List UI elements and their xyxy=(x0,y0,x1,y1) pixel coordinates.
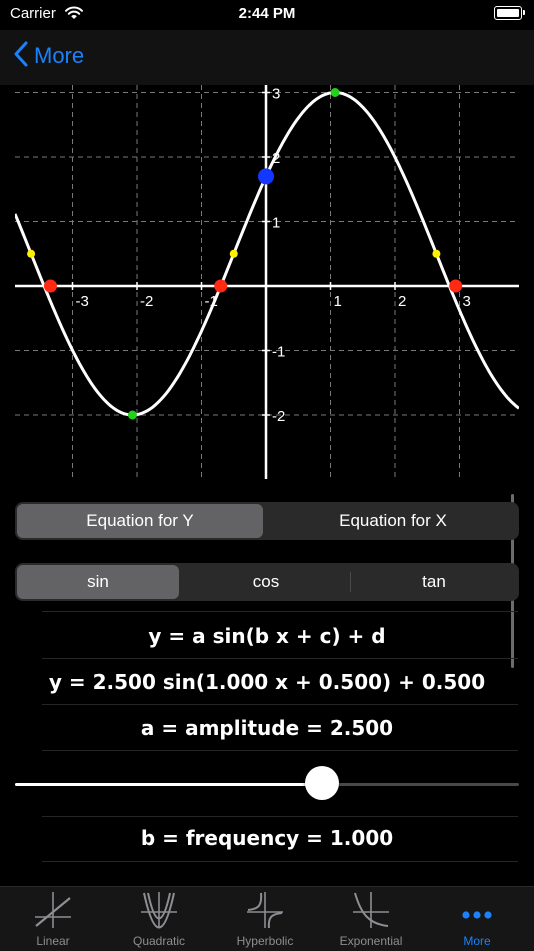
tab-quadratic-label: Quadratic xyxy=(132,934,186,948)
chevron-left-icon xyxy=(14,41,28,72)
extremum-point xyxy=(330,88,340,97)
back-button-label: More xyxy=(34,43,85,68)
tab-exponential-label: Exponential xyxy=(339,934,403,948)
tab-bar: Linear Quadratic Hyperbolic Exponential … xyxy=(0,886,534,951)
graph-area[interactable]: -3 -2 -1 1 2 3 3 2 1 -1 -2 xyxy=(0,85,534,495)
zero-point xyxy=(43,279,57,293)
midline-point xyxy=(27,249,36,258)
battery-icon xyxy=(494,6,522,20)
status-bar: Carrier 2:44 PM xyxy=(0,0,534,30)
segment-equation-for-x[interactable]: Equation for X xyxy=(269,504,517,538)
segment-sin[interactable]: sin xyxy=(17,565,179,599)
amplitude-label: a = amplitude = 2.500 xyxy=(140,716,394,740)
x-tick-label: -3 xyxy=(76,293,89,310)
y-tick-label: 3 xyxy=(272,86,280,103)
tab-more[interactable]: More xyxy=(424,887,530,951)
tab-hyperbolic-label: Hyperbolic xyxy=(236,934,294,948)
tab-exponential[interactable]: Exponential xyxy=(318,887,424,951)
function-segmented-control: sin cos tan xyxy=(15,563,519,601)
current-formula: y = 2.500 sin(1.000 x + 0.500) + 0.500 xyxy=(48,670,486,694)
y-tick-label: -2 xyxy=(272,408,285,425)
frequency-label: b = frequency = 1.000 xyxy=(140,826,394,850)
x-tick-label: 3 xyxy=(463,293,471,310)
segment-equation-for-y[interactable]: Equation for Y xyxy=(17,504,263,538)
zero-point xyxy=(449,279,463,293)
segment-tan[interactable]: tan xyxy=(351,565,517,599)
y-intercept-point xyxy=(258,168,274,185)
x-tick-label: 1 xyxy=(334,293,342,310)
extremum-point xyxy=(127,410,137,420)
amplitude-slider-track[interactable] xyxy=(15,783,519,786)
segment-cos[interactable]: cos xyxy=(183,565,349,599)
x-tick-label: -2 xyxy=(140,293,153,310)
tab-linear-label: Linear xyxy=(36,934,70,948)
x-tick-label: 2 xyxy=(398,293,406,310)
amplitude-slider-fill xyxy=(15,783,323,786)
back-button[interactable]: More xyxy=(14,38,84,74)
clock-label: 2:44 PM xyxy=(238,5,296,22)
midline-point xyxy=(229,249,238,258)
general-formula: y = a sin(b x + c) + d xyxy=(148,624,386,648)
function-graph[interactable]: -3 -2 -1 1 2 3321-1-2 xyxy=(15,85,519,479)
tab-linear[interactable]: Linear xyxy=(0,887,106,951)
midline-point xyxy=(432,249,441,258)
zero-point xyxy=(214,279,228,293)
tab-more-label: More xyxy=(463,934,491,948)
tab-quadratic[interactable]: Quadratic xyxy=(106,887,212,951)
amplitude-slider-thumb[interactable] xyxy=(305,766,340,800)
tab-hyperbolic[interactable]: Hyperbolic xyxy=(212,887,318,951)
y-tick-label: -1 xyxy=(272,344,285,361)
y-tick-label: 1 xyxy=(272,215,280,232)
equation-segmented-control: Equation for Y Equation for X xyxy=(15,502,519,540)
navigation-bar: More xyxy=(0,30,534,85)
